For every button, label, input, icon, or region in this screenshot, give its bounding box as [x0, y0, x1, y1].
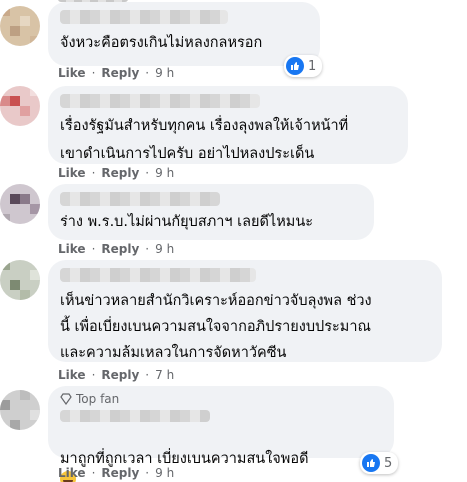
- timestamp[interactable]: 9 h: [155, 166, 174, 180]
- top-fan-badge-icon: [60, 393, 72, 405]
- top-fan-badge: Top fan: [60, 392, 382, 406]
- like-link[interactable]: Like: [58, 66, 86, 80]
- reaction-number: 5: [384, 455, 393, 471]
- timestamp[interactable]: 9 h: [155, 66, 174, 80]
- avatar[interactable]: [0, 390, 40, 430]
- comment-text: ร่าง พ.ร.บ.ไม่ผ่านกัยุบสภาฯ เลยดีไหมนะ: [60, 214, 314, 230]
- comment-actions: Like · Reply · 9 h: [58, 242, 175, 256]
- comment-text: จังหวะคือตรงเกินไม่หลงกลหรอก: [60, 35, 263, 51]
- like-icon: [362, 454, 380, 472]
- like-icon: [286, 57, 304, 75]
- avatar[interactable]: [0, 6, 40, 46]
- reply-link[interactable]: Reply: [101, 166, 139, 180]
- comment-bubble: เห็นข่าวหลายสำนักวิเคราะห์ออกข่าวจับลุงพ…: [48, 260, 442, 362]
- like-link[interactable]: Like: [58, 166, 86, 180]
- like-link[interactable]: Like: [58, 242, 86, 256]
- blurred-author-name: [60, 94, 260, 108]
- comment-bubble: ร่าง พ.ร.บ.ไม่ผ่านกัยุบสภาฯ เลยดีไหมนะ: [48, 184, 374, 240]
- reply-link[interactable]: Reply: [101, 242, 139, 256]
- reaction-count[interactable]: 1: [284, 55, 323, 77]
- timestamp[interactable]: 9 h: [155, 466, 174, 480]
- comment-actions: Like · Reply · 9 h: [58, 66, 175, 80]
- reply-link[interactable]: Reply: [101, 368, 139, 382]
- like-link[interactable]: Like: [58, 368, 86, 382]
- avatar[interactable]: [0, 260, 40, 300]
- timestamp[interactable]: 7 h: [155, 368, 174, 382]
- avatar[interactable]: [0, 86, 40, 126]
- blurred-author-name: [60, 410, 210, 422]
- top-fan-label: Top fan: [76, 392, 120, 406]
- reply-link[interactable]: Reply: [101, 466, 139, 480]
- blurred-author-name: [60, 192, 220, 206]
- reaction-count[interactable]: 5: [360, 452, 399, 474]
- comment-actions: Like · Reply · 7 h: [58, 368, 175, 382]
- comment-text: เห็นข่าวหลายสำนักวิเคราะห์ออกข่าวจับลุงพ…: [60, 293, 372, 361]
- blurred-author-name: [60, 10, 228, 24]
- blurred-author-name: [60, 268, 256, 282]
- avatar[interactable]: [0, 184, 40, 224]
- comment-bubble: เรื่องรัฐมันสำหรับทุกคน เรื่องลุงพลให้เจ…: [48, 86, 408, 164]
- timestamp[interactable]: 9 h: [155, 242, 174, 256]
- reply-link[interactable]: Reply: [101, 66, 139, 80]
- comment-bubble: จังหวะคือตรงเกินไม่หลงกลหรอก: [48, 2, 320, 66]
- comment-actions: Like · Reply · 9 h: [58, 466, 175, 480]
- like-link[interactable]: Like: [58, 466, 86, 480]
- comment-bubble: Top fan มาถูกที่ถูกเวลา เบี่ยงเบนความสนใ…: [48, 386, 394, 482]
- comment-text: เรื่องรัฐมันสำหรับทุกคน เรื่องลุงพลให้เจ…: [60, 118, 349, 162]
- reaction-number: 1: [308, 58, 317, 74]
- comment-actions: Like · Reply · 9 h: [58, 166, 175, 180]
